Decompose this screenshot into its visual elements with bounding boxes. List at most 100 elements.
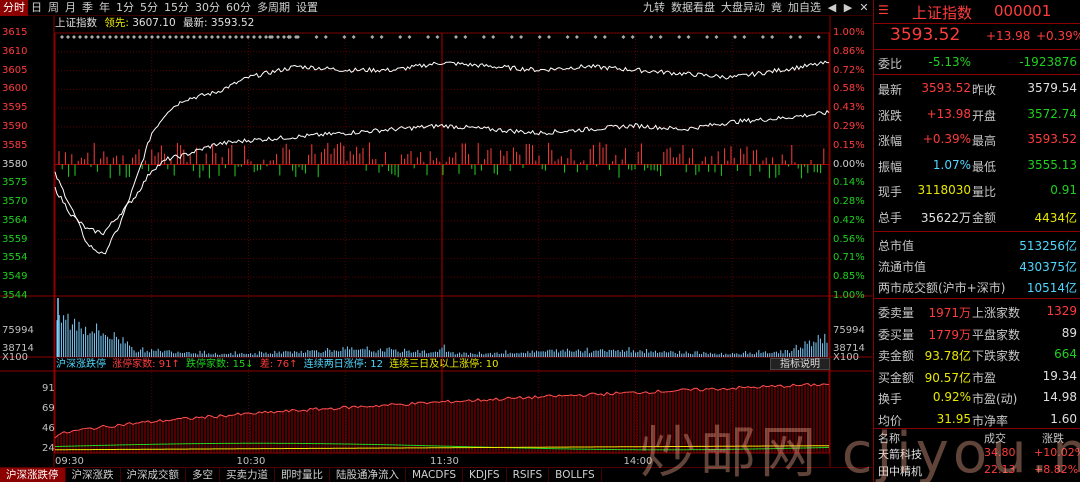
row-value: 90.57亿 <box>924 370 971 385</box>
breadth-tick-label: 46 <box>42 423 55 434</box>
price-tick-label: 3575 <box>2 177 28 189</box>
indicator-tab[interactable]: 沪深涨跌停 <box>0 468 66 482</box>
row-label-2: 量比 <box>972 185 997 199</box>
row-value-2: 3579.54 <box>1027 81 1077 95</box>
pct-tick-label: 0.43% <box>833 102 865 114</box>
row-value: 3593.52 <box>921 81 971 95</box>
pct-tick-label: 0.29% <box>833 120 865 132</box>
row-value: 430375亿 <box>1019 260 1077 274</box>
quote-row: 总市值 513256亿 <box>874 233 1080 255</box>
row-label: 涨跌 <box>878 108 903 123</box>
webi-label: 委比 <box>878 57 903 71</box>
pct-tick-label: 0.71% <box>833 252 865 264</box>
row-value-2: 3555.13 <box>1027 157 1077 172</box>
price-tick-label: 3580 <box>2 158 28 170</box>
price-tick-label: 3549 <box>2 271 28 283</box>
row-label: 总市值 <box>878 239 915 253</box>
row-label: 流通市值 <box>878 260 927 274</box>
row-label: 卖金额 <box>878 349 915 363</box>
row-value: 93.78亿 <box>924 349 971 363</box>
quote-row: 委买量 1779万 平盘家数 89 <box>874 322 1080 344</box>
indicator-tab[interactable]: KDJFS <box>463 468 507 482</box>
watermark: 炒邮网 cjiyou.net <box>640 421 1080 482</box>
row-label-2: 最高 <box>972 134 997 148</box>
panel-price: 3593.52 <box>890 25 961 45</box>
panel-menu-icon[interactable]: ☰ <box>878 3 889 17</box>
price-tick-label: 3615 <box>2 27 28 38</box>
indicator-tab[interactable]: 即时量比 <box>275 468 330 482</box>
indicator-help-button[interactable]: 指标说明 <box>770 358 830 370</box>
row-value: 0.92% <box>932 390 971 404</box>
row-value-2: 3572.74 <box>1027 106 1077 121</box>
price-tick-label: 3605 <box>2 64 28 76</box>
breadth-header: 沪深涨跌停 涨停家数: 91↑ 跌停家数: 15↓ 差: 76↑ 连续两日涨停:… <box>56 359 498 371</box>
indicator-tab[interactable]: 陆股通净流入 <box>330 468 406 482</box>
row-value-2: 14.98 <box>1042 390 1077 404</box>
indicator-tab[interactable]: 多空 <box>186 468 220 482</box>
price-tick-label: 3570 <box>2 196 28 208</box>
quote-row: 买金额 90.57亿 市盈 19.34 <box>874 365 1080 387</box>
breadth-tick-label: 24 <box>42 443 55 454</box>
row-label: 总手 <box>878 210 903 225</box>
row-value-2: 1329 <box>1046 304 1077 318</box>
indicator-tab[interactable]: 沪深涨跌 <box>66 468 121 482</box>
panel-change: +13.98 <box>986 29 1031 43</box>
row-value: 3118030 <box>917 183 971 197</box>
price-tick-label: 3610 <box>2 45 28 57</box>
panel-change-pct: +0.39% <box>1036 29 1080 43</box>
pct-tick-label: 0.58% <box>833 83 865 95</box>
limit-diff: 差: 76↑ <box>259 359 298 370</box>
indicator-tab[interactable]: 沪深成交额 <box>121 468 186 482</box>
pct-tick-label: 0.85% <box>833 271 865 283</box>
row-value: 1779万 <box>928 327 971 342</box>
panel-index-name: 上证指数 <box>912 4 973 22</box>
pct-tick-label: 0.86% <box>833 45 865 57</box>
limit-up-count: 涨停家数: 91↑ <box>112 359 180 370</box>
row-label: 涨幅 <box>878 134 903 148</box>
row-value-2: 89 <box>1061 325 1077 340</box>
quote-row: 最新 3593.52 昨收 3579.54 <box>874 77 1080 99</box>
row-label-2: 市盈(动) <box>972 392 1018 406</box>
pct-tick-label: 0.56% <box>833 233 865 245</box>
row-label-2: 平盘家数 <box>972 327 1021 342</box>
breadth-tick-label: 69 <box>42 403 55 414</box>
row-label: 最新 <box>878 83 903 97</box>
row-label: 现手 <box>878 185 903 199</box>
indicator-tab[interactable]: RSIFS <box>507 468 550 482</box>
quote-row: 涨跌 +13.98 开盘 3572.74 <box>874 103 1080 125</box>
axis-labels: 3615 1.00% 3610 0.86% 3605 0.72% 3600 0.58% 3595… <box>0 0 872 470</box>
price-tick-label: 3544 <box>2 290 28 301</box>
time-axis-label: 10:30 <box>236 456 266 467</box>
price-tick-label: 3564 <box>2 214 28 226</box>
indicator-tab[interactable]: BOLLFS <box>549 468 602 482</box>
row-value: 10514亿 <box>1026 281 1077 295</box>
panel-index-code: 000001 <box>994 2 1052 20</box>
row-label: 振幅 <box>878 159 903 174</box>
row-value: 513256亿 <box>1019 239 1077 253</box>
row-value: 1971万 <box>928 306 971 320</box>
quote-row: 两市成交额(沪市+深市) 10514亿 <box>874 275 1080 297</box>
time-axis-label: 09:30 <box>55 456 84 467</box>
row-label: 委卖量 <box>878 306 915 320</box>
quote-row: 卖金额 93.78亿 下跌家数 664 <box>874 343 1080 365</box>
price-tick-label: 3554 <box>2 252 28 264</box>
pct-tick-label: 0.42% <box>833 214 865 226</box>
webi-pct: -5.13% <box>928 55 971 69</box>
indicator-tab[interactable]: MACDFS <box>406 468 463 482</box>
pct-tick-label: 0.14% <box>833 177 865 189</box>
webi-value: -1923876 <box>1019 55 1077 69</box>
price-tick-label: 3600 <box>2 83 28 95</box>
row-label: 买金额 <box>878 370 915 385</box>
row-label-2: 下跌家数 <box>972 349 1021 363</box>
row-value-2: 19.34 <box>1042 368 1077 383</box>
pct-tick-label: 0.72% <box>833 64 865 76</box>
volume-tick-label: X100 <box>2 352 28 363</box>
indicator-tab[interactable]: 买卖力道 <box>220 468 275 482</box>
price-tick-label: 3559 <box>2 233 28 245</box>
quote-row: 现手 3118030 量比 0.91 <box>874 179 1080 201</box>
two-day-limit: 连续两日涨停: 12 <box>303 359 383 370</box>
pct-tick-label: 0.00% <box>833 158 865 170</box>
row-label-2: 开盘 <box>972 108 997 123</box>
row-value: +13.98 <box>926 106 971 121</box>
quote-row: 流通市值 430375亿 <box>874 254 1080 276</box>
